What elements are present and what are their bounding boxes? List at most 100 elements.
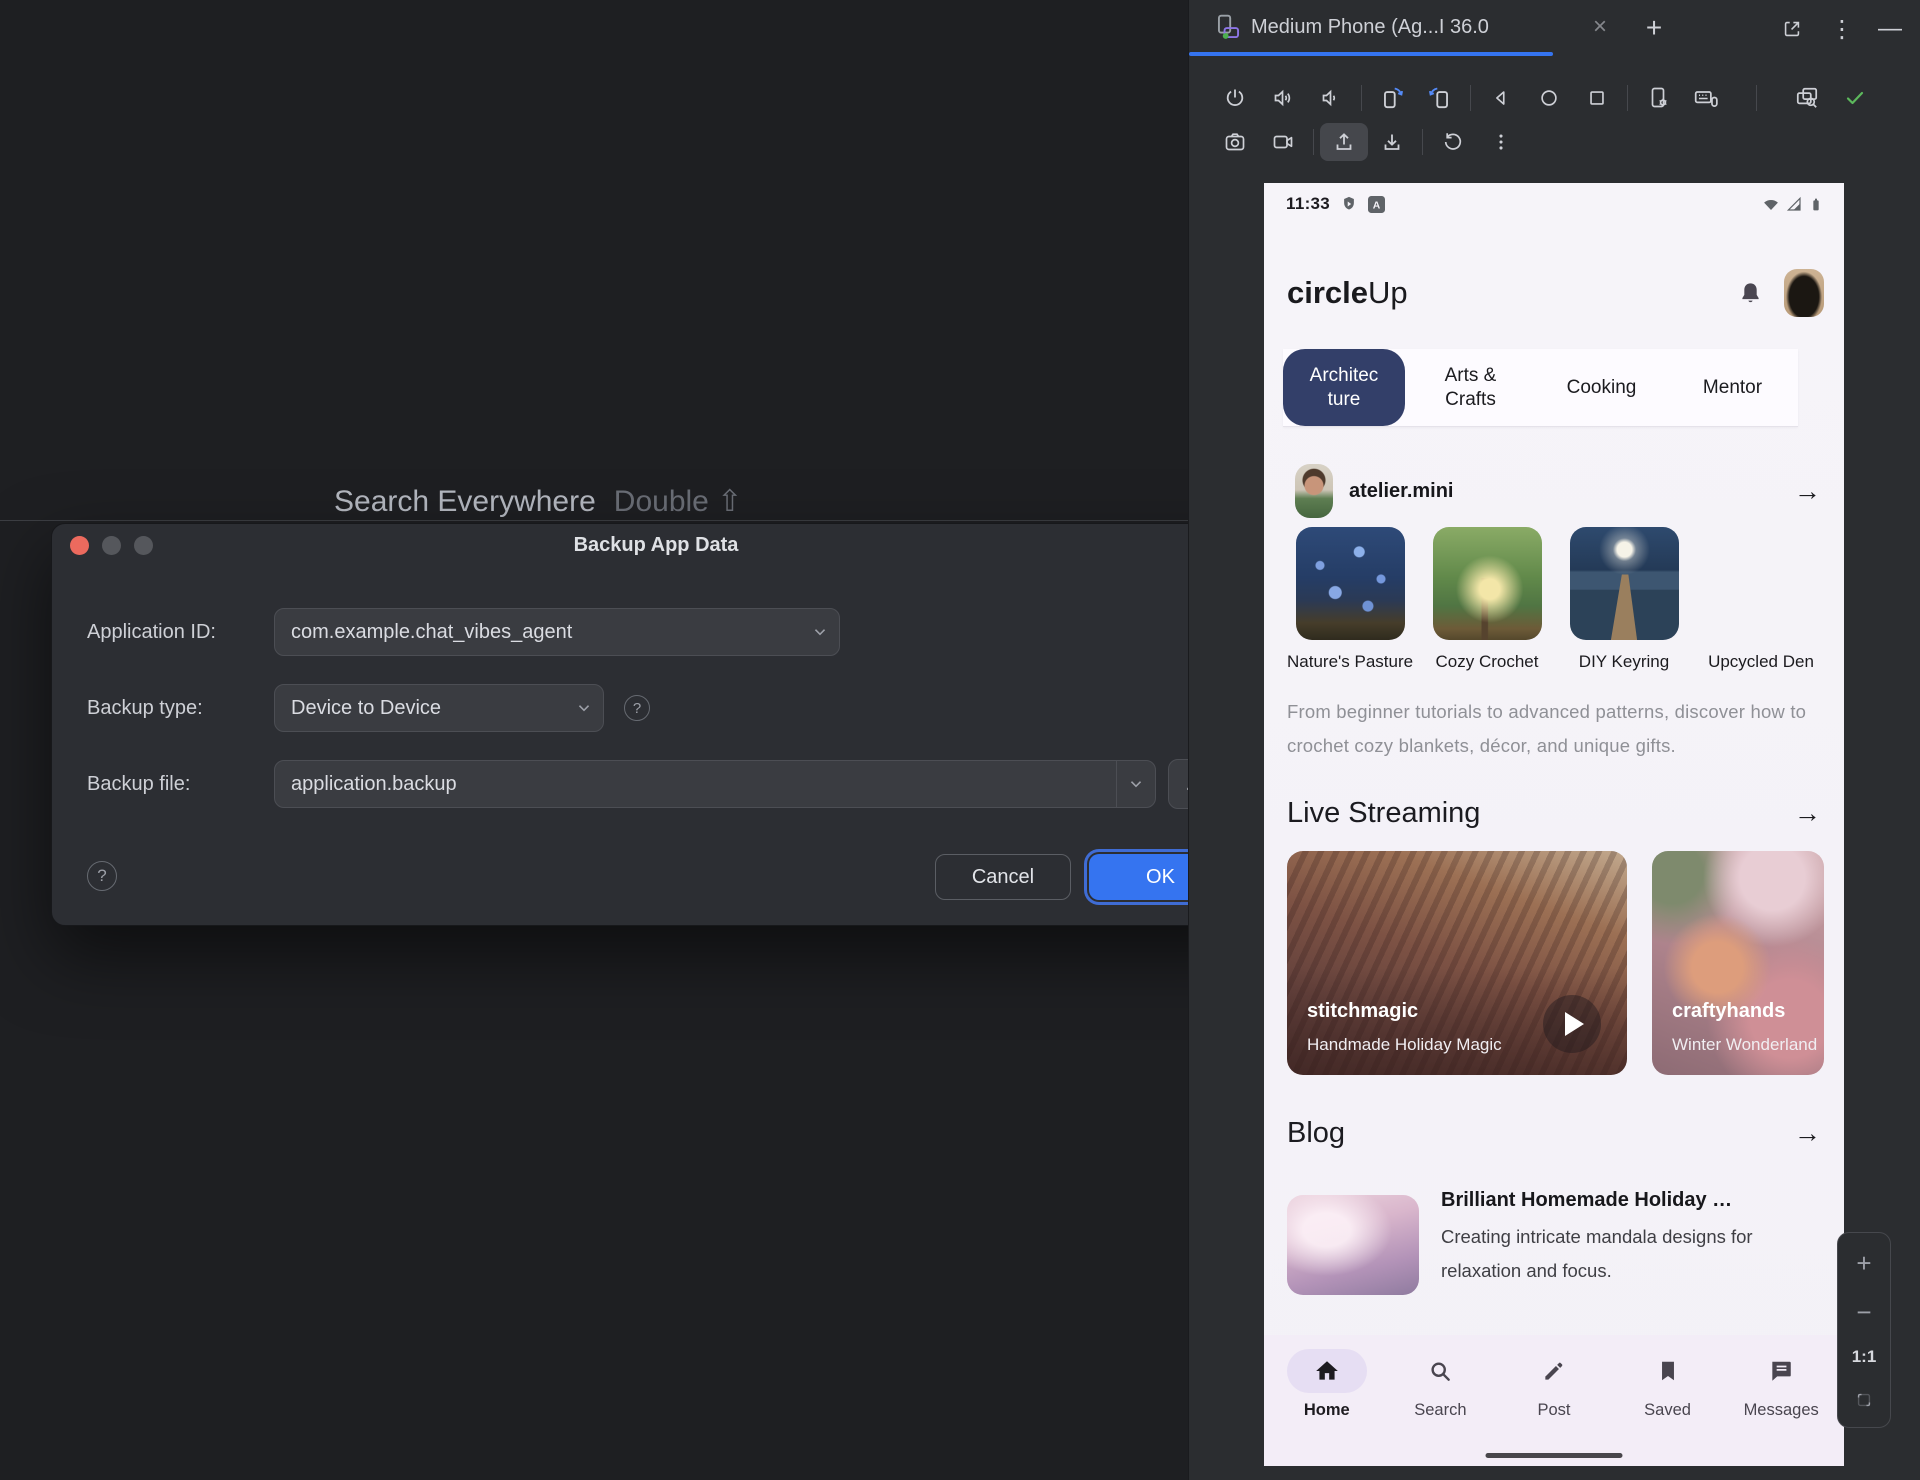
- nav-home[interactable]: Home: [1270, 1349, 1384, 1466]
- add-device-tab-icon[interactable]: +: [1637, 12, 1671, 44]
- profile-avatar[interactable]: [1784, 269, 1824, 317]
- card-upcycled-den[interactable]: Upcycled Den: [1698, 527, 1824, 672]
- play-button[interactable]: [1543, 995, 1601, 1053]
- restore-snapshot-button[interactable]: [1429, 123, 1477, 161]
- live-streaming-arrow-icon[interactable]: →: [1794, 800, 1821, 827]
- tab-mentor[interactable]: Mentor: [1667, 349, 1798, 426]
- rotate-right-button[interactable]: [1416, 79, 1464, 117]
- device-tab-strip: Medium Phone (Ag...I 36.0 × + ⋮ —: [1189, 0, 1920, 56]
- zoom-ratio-button[interactable]: 1:1: [1852, 1347, 1877, 1367]
- device-tab-title[interactable]: Medium Phone (Ag...I 36.0: [1251, 16, 1489, 39]
- battery-icon: [1808, 195, 1824, 213]
- application-id-dropdown[interactable]: com.example.chat_vibes_agent: [274, 608, 840, 656]
- hardware-input-button[interactable]: [1682, 79, 1730, 117]
- card-diy-keyring[interactable]: DIY Keyring: [1561, 527, 1687, 672]
- volume-down-button[interactable]: [1307, 79, 1355, 117]
- zoom-controls: + − 1:1: [1837, 1232, 1891, 1428]
- hide-panel-icon[interactable]: —: [1875, 14, 1905, 44]
- panel-options-icon[interactable]: ⋮: [1827, 14, 1857, 44]
- creator-name[interactable]: atelier.mini: [1349, 480, 1454, 503]
- zoom-in-button[interactable]: +: [1856, 1250, 1871, 1276]
- nav-label: Home: [1304, 1401, 1350, 1420]
- android-home-button[interactable]: [1525, 79, 1573, 117]
- virtual-device-icon: [1215, 14, 1242, 41]
- stream-name: craftyhands: [1672, 1000, 1785, 1023]
- bottom-navigation: Home Search Post: [1264, 1335, 1844, 1466]
- popup-divider: [0, 520, 1188, 521]
- app-logo: circleUp: [1287, 275, 1408, 311]
- screen-record-button[interactable]: [1259, 123, 1307, 161]
- backup-type-dropdown[interactable]: Device to Device: [274, 684, 604, 732]
- tab-architecture[interactable]: Architec ture: [1283, 349, 1405, 426]
- category-description: From beginner tutorials to advanced patt…: [1287, 695, 1807, 763]
- stream-craftyhands[interactable]: craftyhands Winter Wonderland: [1652, 851, 1824, 1075]
- card-image-diy-keyring: [1570, 527, 1679, 640]
- tab-arts-crafts[interactable]: Arts & Crafts: [1405, 349, 1536, 426]
- nav-search[interactable]: Search: [1384, 1349, 1498, 1466]
- blog-title-heading: Blog: [1287, 1117, 1345, 1150]
- stream-subtitle: Handmade Holiday Magic: [1307, 1035, 1502, 1055]
- stream-stitchmagic[interactable]: stitchmagic Handmade Holiday Magic: [1287, 851, 1627, 1075]
- play-icon: [1565, 1012, 1584, 1036]
- toolbar-separator: [1756, 85, 1757, 111]
- app-header: circleUp: [1287, 267, 1824, 319]
- bookmark-icon: [1628, 1349, 1708, 1393]
- zoom-out-button[interactable]: −: [1856, 1299, 1871, 1325]
- backup-file-row: Backup file: application.backup ...: [87, 759, 1223, 809]
- rotate-left-button[interactable]: [1368, 79, 1416, 117]
- backup-file-combobox[interactable]: application.backup: [274, 760, 1156, 808]
- card-image-upcycled-den: [1707, 527, 1816, 640]
- backup-type-label: Backup type:: [87, 697, 274, 720]
- chevron-down-icon: [801, 622, 839, 642]
- chevron-down-icon[interactable]: [1117, 774, 1155, 794]
- help-icon[interactable]: ?: [624, 695, 650, 721]
- validate-check-icon[interactable]: [1831, 79, 1879, 117]
- screenshot-inspect-button[interactable]: [1783, 79, 1831, 117]
- creator-avatar[interactable]: [1295, 464, 1333, 518]
- shield-icon: [1340, 195, 1358, 213]
- close-tab-icon[interactable]: ×: [1585, 13, 1615, 41]
- volume-up-button[interactable]: [1259, 79, 1307, 117]
- fit-to-window-icon[interactable]: [1854, 1390, 1874, 1410]
- signal-icon: [1785, 195, 1803, 213]
- card-image-natures-pasture: [1296, 527, 1405, 640]
- toolbar-separator: [1470, 85, 1471, 111]
- notifications-bell-icon[interactable]: [1737, 280, 1764, 307]
- search-everywhere-title: Search Everywhere: [334, 485, 596, 518]
- device-screen[interactable]: 11:33 A: [1264, 183, 1844, 1466]
- card-natures-pasture[interactable]: Nature's Pasture: [1287, 527, 1413, 672]
- tab-cooking[interactable]: Cooking: [1536, 349, 1667, 426]
- toolbar-separator: [1627, 85, 1628, 111]
- blog-arrow-icon[interactable]: →: [1794, 1120, 1821, 1147]
- cancel-button[interactable]: Cancel: [935, 854, 1071, 900]
- app-logo-light: Up: [1368, 275, 1408, 310]
- gesture-handle[interactable]: [1486, 1453, 1623, 1458]
- android-overview-button[interactable]: [1573, 79, 1621, 117]
- stream-name: stitchmagic: [1307, 1000, 1418, 1023]
- dialog-help-button[interactable]: ?: [87, 861, 117, 891]
- nav-messages[interactable]: Messages: [1724, 1349, 1838, 1466]
- blog-post[interactable]: Brilliant Homemade Holiday … Creating in…: [1287, 1183, 1834, 1295]
- blog-post-description: Creating intricate mandala designs for r…: [1441, 1220, 1834, 1288]
- live-streams: stitchmagic Handmade Holiday Magic craft…: [1287, 851, 1824, 1075]
- device-settings-button[interactable]: [1634, 79, 1682, 117]
- push-file-button[interactable]: [1320, 123, 1368, 161]
- search-everywhere-shortcut: Double ⇧: [614, 485, 743, 518]
- screenshot-camera-button[interactable]: [1211, 123, 1259, 161]
- nav-post[interactable]: Post: [1497, 1349, 1611, 1466]
- power-button[interactable]: [1211, 79, 1259, 117]
- android-back-button[interactable]: [1477, 79, 1525, 117]
- open-in-window-icon[interactable]: [1777, 14, 1807, 44]
- category-tabs: Architec ture Arts & Crafts Cooking Ment…: [1283, 349, 1798, 427]
- status-time: 11:33: [1286, 194, 1330, 214]
- more-actions-icon[interactable]: [1477, 123, 1525, 161]
- creator-arrow-icon[interactable]: →: [1794, 478, 1821, 505]
- nav-saved[interactable]: Saved: [1611, 1349, 1725, 1466]
- pull-file-button[interactable]: [1368, 123, 1416, 161]
- toolbar-separator: [1313, 129, 1314, 155]
- blog-header: Blog →: [1287, 1111, 1821, 1155]
- backup-app-data-dialog: Backup App Data Application ID: com.exam…: [51, 523, 1261, 926]
- stream-subtitle: Winter Wonderland: [1672, 1035, 1817, 1055]
- live-streaming-header: Live Streaming →: [1287, 791, 1821, 835]
- card-cozy-crochet[interactable]: Cozy Crochet: [1424, 527, 1550, 672]
